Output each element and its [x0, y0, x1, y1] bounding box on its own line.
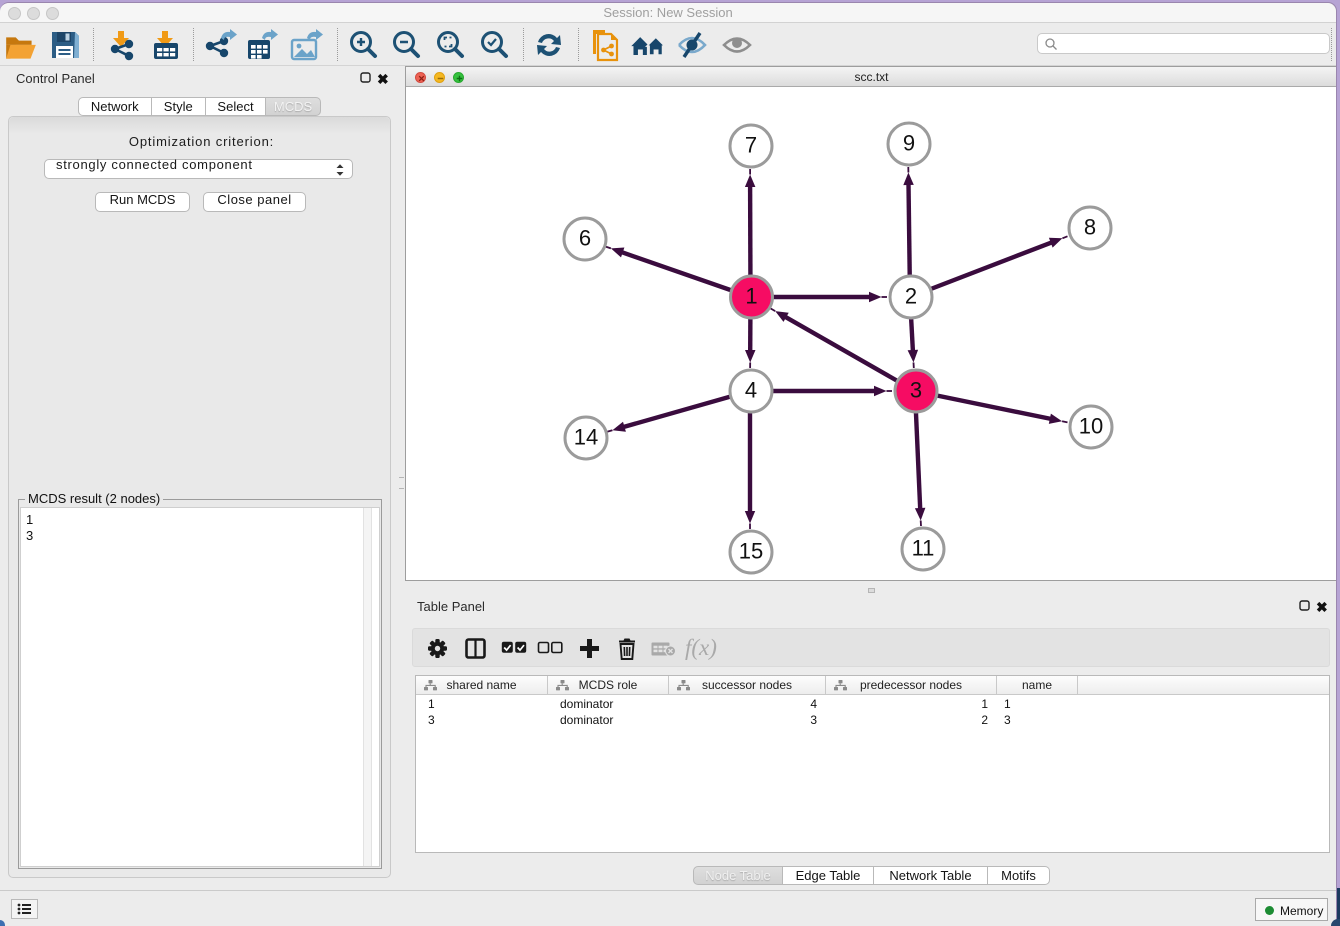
svg-text:15: 15 [739, 539, 763, 564]
svg-text:9: 9 [903, 131, 915, 156]
svg-text:7: 7 [745, 133, 757, 158]
svg-text:14: 14 [574, 425, 598, 450]
svg-text:2: 2 [905, 284, 917, 309]
svg-text:8: 8 [1084, 215, 1096, 240]
svg-text:6: 6 [579, 226, 591, 251]
svg-text:1: 1 [745, 284, 757, 309]
svg-text:3: 3 [910, 378, 922, 403]
svg-text:11: 11 [912, 536, 935, 561]
svg-text:10: 10 [1079, 414, 1103, 439]
svg-text:4: 4 [745, 378, 757, 403]
